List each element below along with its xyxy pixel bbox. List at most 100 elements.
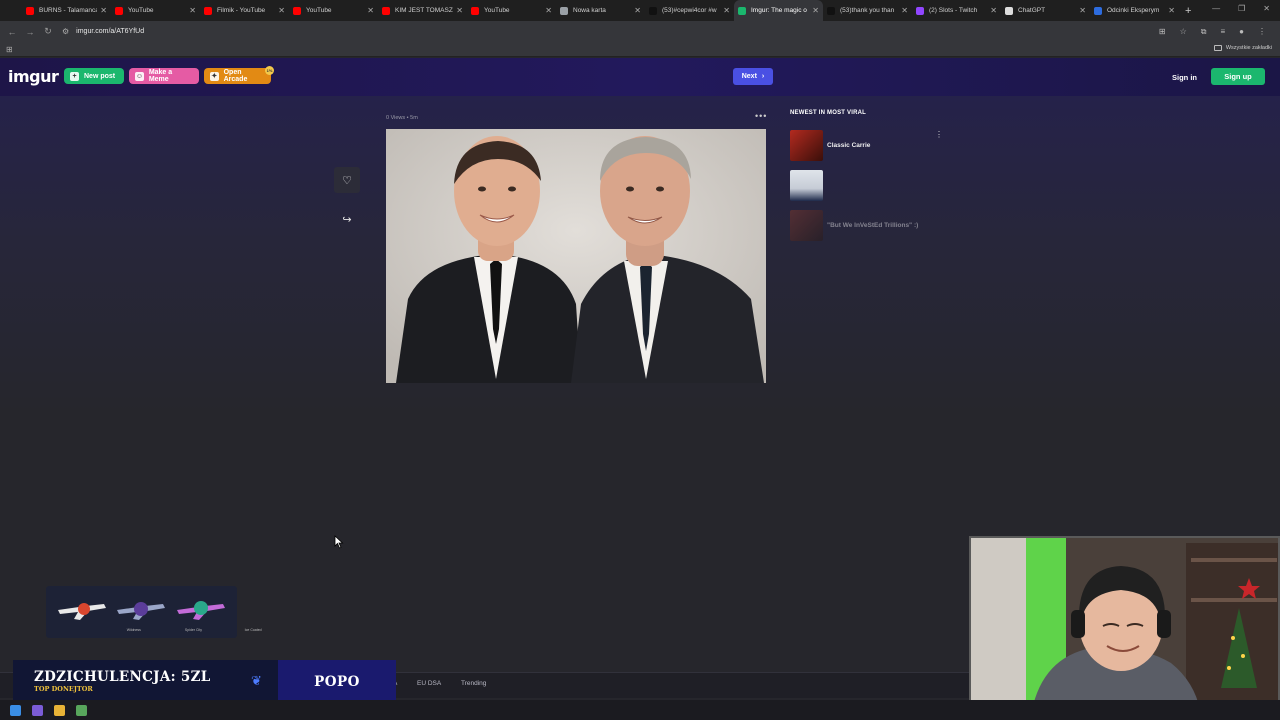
- tab-title: Nowa karta: [573, 7, 606, 14]
- tab-title: BURNS - Talamanca: [39, 7, 98, 14]
- tab-title: (53)#cepwi4cor #w: [662, 7, 717, 14]
- browser-tab[interactable]: (2) Slots - Twitch ✕: [912, 0, 1001, 21]
- tab-favicon-icon: [382, 6, 390, 15]
- start-icon[interactable]: [10, 704, 21, 716]
- heart-icon: ♡: [342, 174, 352, 187]
- tab-favicon-icon: [1094, 6, 1102, 15]
- tab-close-icon[interactable]: ✕: [990, 6, 997, 15]
- tab-close-icon[interactable]: ✕: [367, 6, 374, 15]
- open-arcade-button[interactable]: ✦ Open Arcade: [204, 68, 271, 84]
- imgur-logo[interactable]: imgur: [8, 67, 59, 86]
- extensions-icon[interactable]: ⧉: [1201, 27, 1207, 37]
- browser-tab[interactable]: Imgur: The magic o ✕: [734, 0, 823, 21]
- sign-up-button[interactable]: Sign up: [1211, 68, 1265, 85]
- browser-tab[interactable]: (53)thank you than ✕: [823, 0, 912, 21]
- flame-icon: ❦: [251, 673, 262, 688]
- app-icon[interactable]: [76, 704, 87, 716]
- os-taskbar: [0, 700, 1280, 720]
- sign-in-link[interactable]: Sign in: [1172, 73, 1197, 82]
- profile-icon[interactable]: ●: [1239, 27, 1244, 37]
- rifle-icon: [177, 601, 226, 620]
- viral-item[interactable]: "But We InVeStEd Trillions" :): [790, 209, 940, 241]
- browser-tab[interactable]: YouTube ✕: [111, 0, 200, 21]
- tab-favicon-icon: [115, 6, 123, 15]
- viral-thumbnail: [790, 169, 823, 201]
- close-window-icon[interactable]: ✕: [1263, 4, 1270, 13]
- translate-icon[interactable]: ⊞: [1159, 27, 1166, 37]
- tab-close-icon[interactable]: ✕: [545, 6, 552, 15]
- app-icon[interactable]: [32, 704, 43, 716]
- browser-tab[interactable]: (53)#cepwi4cor #w ✕: [645, 0, 734, 21]
- window-controls: — ❐ ✕: [1212, 4, 1270, 13]
- imgur-header: imgur + New post ☺ Make a Meme ✦ Open Ar…: [0, 58, 1280, 96]
- tab-title: YouTube: [128, 7, 154, 14]
- forward-icon[interactable]: →: [24, 27, 36, 37]
- post-meta: 0 Views • 5m: [386, 115, 418, 121]
- chevron-right-icon: ›: [761, 73, 765, 80]
- plus-icon: +: [70, 71, 79, 81]
- streamer-webcam: [969, 536, 1280, 713]
- rifle-icon: [57, 603, 106, 620]
- media-icon[interactable]: ≡: [1220, 27, 1225, 37]
- tab-close-icon[interactable]: ✕: [278, 6, 285, 15]
- tab-close-icon[interactable]: ✕: [100, 6, 107, 15]
- back-icon[interactable]: ←: [6, 27, 18, 37]
- viral-more-icon[interactable]: ⋮: [935, 130, 943, 139]
- tab-close-icon[interactable]: ✕: [723, 6, 730, 15]
- tab-favicon-icon: [293, 6, 301, 15]
- reload-icon[interactable]: ↻: [42, 26, 54, 37]
- browser-tab[interactable]: KIM JEST TOMASZ ✕: [378, 0, 467, 21]
- tab-close-icon[interactable]: ✕: [189, 6, 196, 15]
- tab-favicon-icon: [471, 6, 479, 15]
- all-bookmarks-button[interactable]: Wszystkie zakładki: [1213, 45, 1272, 51]
- tab-title: Filmik - YouTube: [217, 7, 266, 14]
- browser-tab[interactable]: Nowa karta ✕: [556, 0, 645, 21]
- tab-close-icon[interactable]: ✕: [1079, 6, 1086, 15]
- minimize-icon[interactable]: —: [1212, 4, 1220, 13]
- browser-tab-strip: BURNS - Talamanca ✕ YouTube ✕ Filmik - YouTu…: [0, 0, 1280, 21]
- url-field[interactable]: ⚙ imgur.com/a/AT6YfUd: [62, 23, 1152, 40]
- tab-close-icon[interactable]: ✕: [812, 6, 819, 15]
- post-image[interactable]: [386, 129, 766, 383]
- new-tab-icon[interactable]: +: [1185, 5, 1191, 17]
- viral-item[interactable]: [790, 169, 940, 201]
- footer-link-eu-dsa[interactable]: EU DSA: [417, 680, 441, 687]
- browser-tab[interactable]: ChatGPT ✕: [1001, 0, 1090, 21]
- arcade-badge: 1%: [265, 66, 274, 75]
- tab-favicon-icon: [1005, 6, 1013, 15]
- chrome-icon[interactable]: [54, 704, 65, 716]
- post-more-menu[interactable]: •••: [755, 111, 767, 121]
- site-info-icon[interactable]: ⚙: [62, 27, 69, 36]
- weapon-skin: Ice Coated: [175, 592, 262, 632]
- make-meme-button[interactable]: ☺ Make a Meme: [129, 68, 199, 84]
- weapon-skin: Spider City: [115, 592, 202, 632]
- tab-close-icon[interactable]: ✕: [634, 6, 641, 15]
- next-post-button[interactable]: Next ›: [733, 68, 773, 85]
- footer-link-trending[interactable]: Trending: [461, 680, 486, 687]
- viral-item-title: Classic Carrie: [827, 141, 871, 149]
- tab-title: ChatGPT: [1018, 7, 1046, 14]
- tab-close-icon[interactable]: ✕: [1168, 6, 1175, 15]
- browser-tab[interactable]: BURNS - Talamanca ✕: [22, 0, 111, 21]
- popo-banner: POPO: [278, 660, 396, 704]
- top-donor-banner: ZDZICHULENCJA: 5ZL TOP DONEJTOR ❦: [13, 660, 278, 704]
- tab-favicon-icon: [649, 6, 657, 15]
- weapon-skins-overlay: Wildness Spider City Ice Coated: [46, 586, 262, 638]
- browser-tab[interactable]: Filmik - YouTube ✕: [200, 0, 289, 21]
- apps-grid-icon[interactable]: ⊞: [6, 45, 13, 54]
- tab-favicon-icon: [738, 6, 746, 15]
- bookmark-star-icon[interactable]: ☆: [1180, 27, 1187, 37]
- maximize-icon[interactable]: ❐: [1238, 4, 1245, 13]
- browser-tab[interactable]: YouTube ✕: [467, 0, 556, 21]
- folder-icon: [1213, 45, 1222, 51]
- new-post-button[interactable]: + New post: [64, 68, 124, 84]
- tab-close-icon[interactable]: ✕: [901, 6, 908, 15]
- menu-icon[interactable]: ⋮: [1258, 27, 1266, 37]
- tab-close-icon[interactable]: ✕: [456, 6, 463, 15]
- viral-thumbnail: [790, 129, 823, 161]
- favorite-button[interactable]: ♡: [334, 167, 360, 193]
- viral-item[interactable]: Classic Carrie: [790, 129, 940, 161]
- browser-tab[interactable]: Odcinki Eksperym ✕: [1090, 0, 1179, 21]
- share-button[interactable]: ↪: [334, 206, 360, 232]
- browser-tab[interactable]: YouTube ✕: [289, 0, 378, 21]
